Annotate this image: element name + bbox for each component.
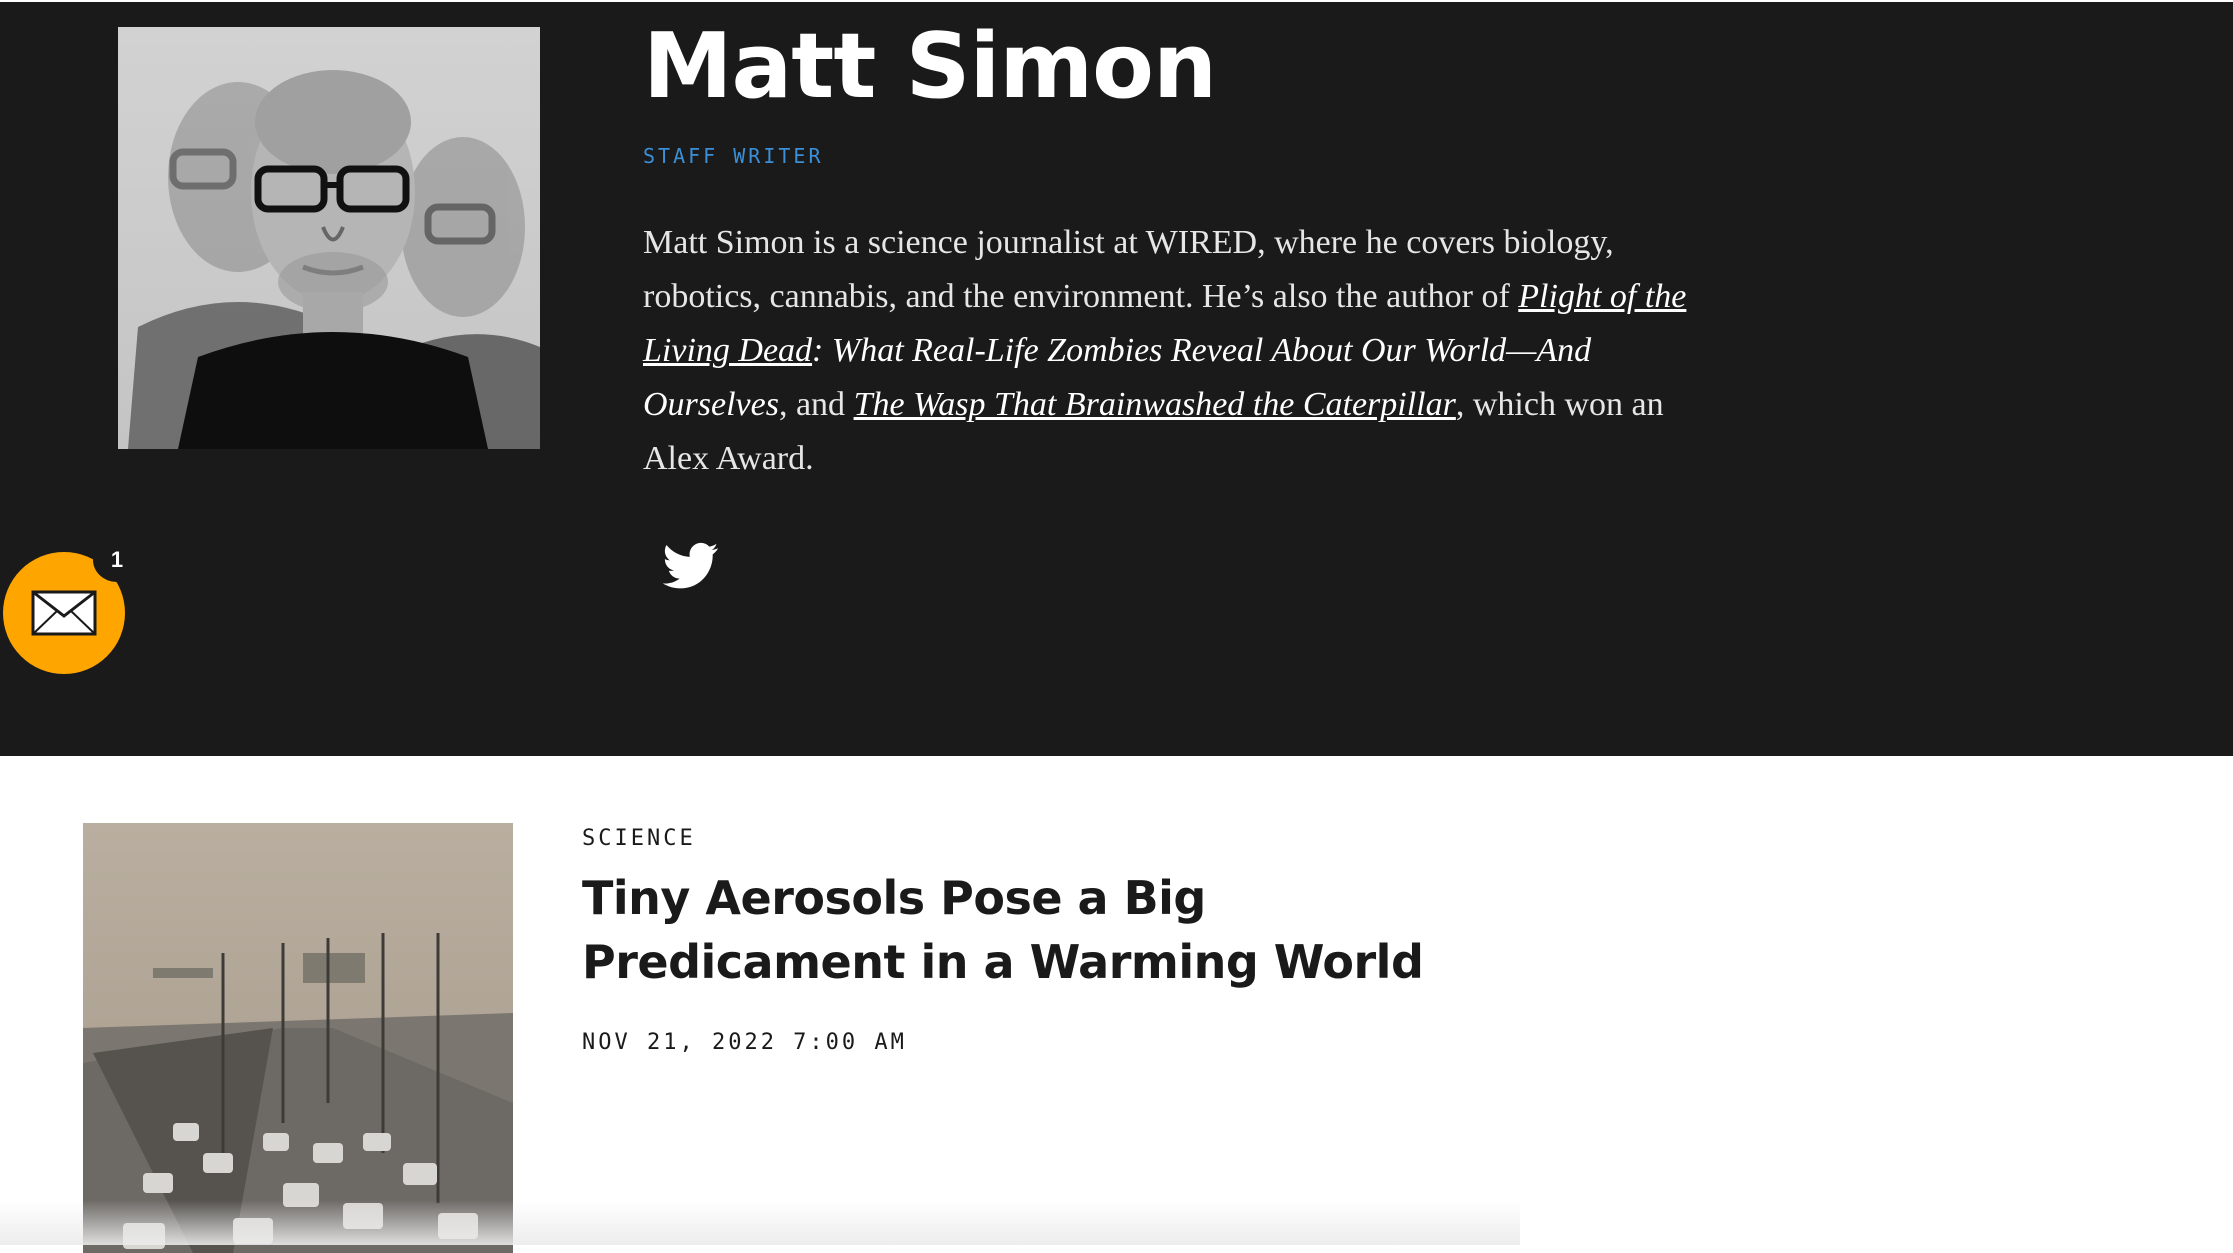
story-thumbnail[interactable] xyxy=(83,823,513,1253)
notification-badge: 1 xyxy=(93,538,141,582)
twitter-icon xyxy=(662,542,719,589)
bio-intro: Matt Simon is a science journalist at WI… xyxy=(643,224,1614,315)
author-role: STAFF WRITER xyxy=(643,144,824,168)
story-title[interactable]: Tiny Aerosols Pose a Big Predicament in … xyxy=(582,866,1542,994)
envelope-icon xyxy=(31,590,97,636)
author-header: Matt Simon STAFF WRITER Matt Simon is a … xyxy=(0,0,2233,756)
bio-and: , and xyxy=(778,386,854,423)
author-portrait xyxy=(118,27,540,449)
author-name: Matt Simon xyxy=(643,14,1217,119)
book-link-the-wasp[interactable]: The Wasp That Brainwashed the Caterpilla… xyxy=(854,386,1456,423)
story-category[interactable]: SCIENCE xyxy=(582,826,696,851)
twitter-link[interactable] xyxy=(662,542,719,590)
author-bio: Matt Simon is a science journalist at WI… xyxy=(643,216,1703,486)
story-date: NOV 21, 2022 7:00 AM xyxy=(582,1030,907,1055)
